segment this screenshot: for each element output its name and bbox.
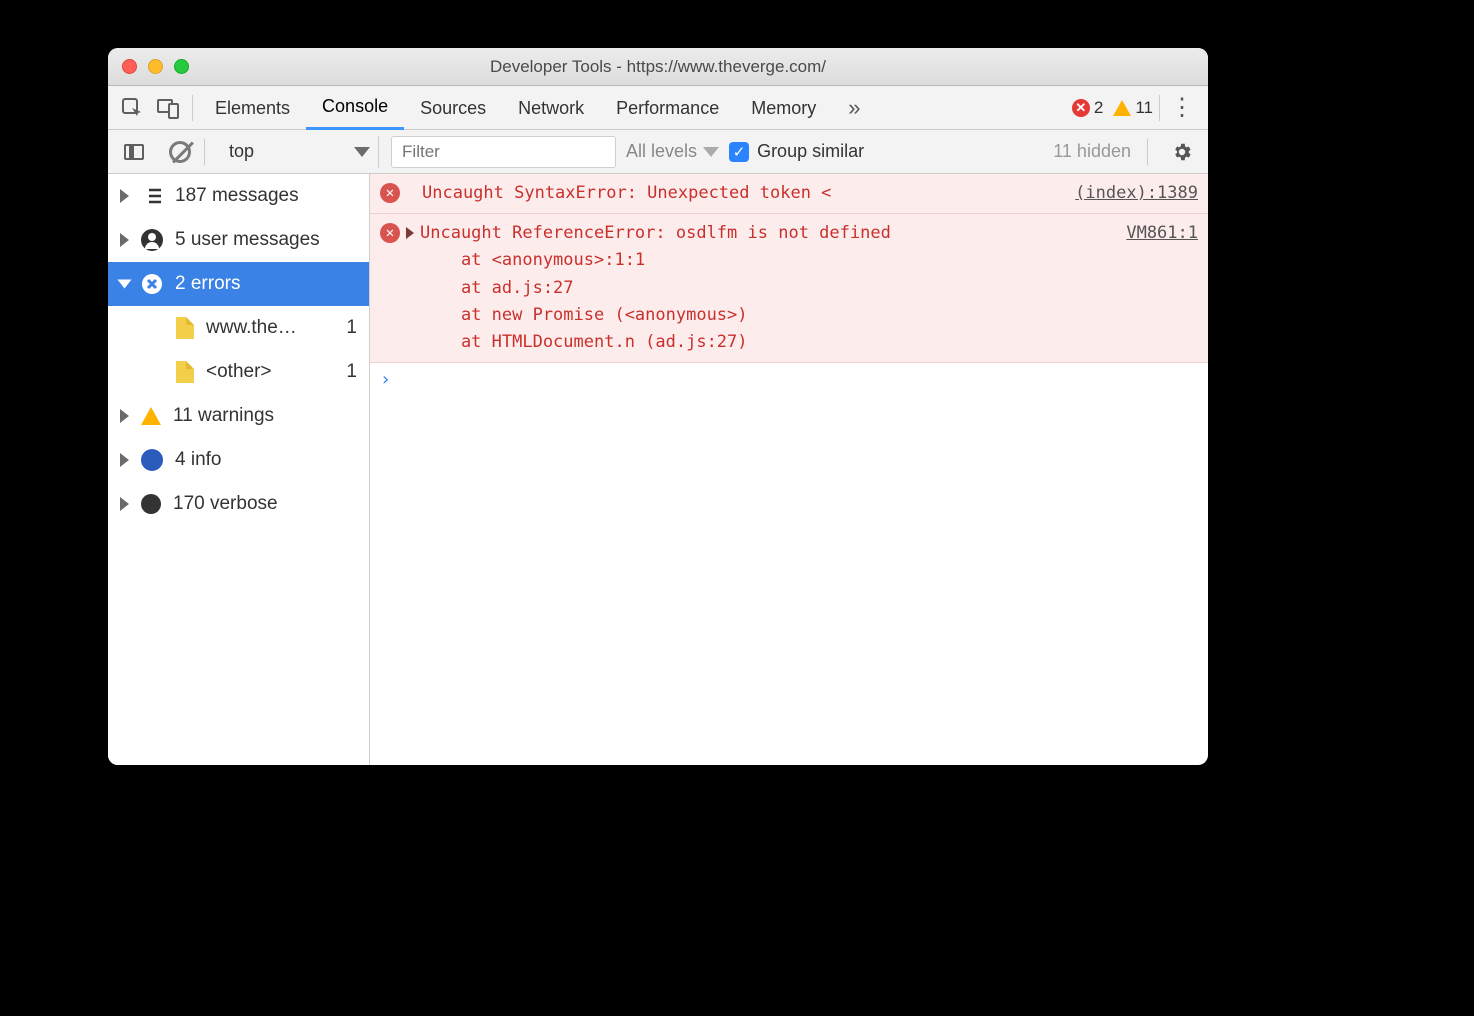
bug-icon	[141, 494, 161, 514]
log-levels-dropdown[interactable]: All levels	[626, 141, 719, 162]
console-body: 187 messages 5 user messages 2 errors ww…	[108, 174, 1208, 765]
prompt-icon: ›	[380, 369, 391, 390]
minimize-window-button[interactable]	[148, 59, 163, 74]
warning-icon	[1113, 100, 1131, 116]
tab-sources[interactable]: Sources	[404, 86, 502, 130]
main-tabbar: Elements Console Sources Network Perform…	[108, 86, 1208, 130]
hidden-count[interactable]: 11 hidden	[1053, 141, 1131, 162]
sidebar-item-count: 1	[346, 361, 361, 383]
disclosure-open-icon	[118, 280, 132, 289]
window-controls	[108, 59, 189, 74]
sidebar-item-warnings[interactable]: 11 warnings	[108, 394, 369, 438]
group-similar-label: Group similar	[757, 141, 864, 162]
warning-icon	[141, 407, 161, 425]
devtools-window: Developer Tools - https://www.theverge.c…	[108, 48, 1208, 765]
expand-icon[interactable]	[406, 227, 414, 239]
disclosure-icon	[120, 189, 129, 203]
sidebar-item-label: 5 user messages	[175, 229, 320, 251]
sidebar-item-label: www.the…	[206, 317, 297, 339]
sidebar-item-messages[interactable]: 187 messages	[108, 174, 369, 218]
console-output: ✕ Uncaught SyntaxError: Unexpected token…	[370, 174, 1208, 765]
sidebar-item-label: 11 warnings	[173, 405, 274, 427]
tabs-overflow-icon[interactable]: »	[832, 86, 876, 130]
sidebar-item-verbose[interactable]: 170 verbose	[108, 482, 369, 526]
error-icon	[141, 273, 163, 295]
tab-network[interactable]: Network	[502, 86, 600, 130]
filter-input[interactable]	[391, 136, 616, 168]
console-message-source[interactable]: VM861:1	[1126, 220, 1198, 356]
checkbox-checked-icon: ✓	[729, 142, 749, 162]
console-toolbar: top All levels ✓ Group similar 11 hidden	[108, 130, 1208, 174]
context-selector[interactable]: top	[221, 136, 379, 168]
sidebar-error-source[interactable]: www.the… 1	[108, 306, 369, 350]
disclosure-icon	[120, 233, 129, 247]
group-similar-toggle[interactable]: ✓ Group similar	[729, 141, 864, 162]
error-icon: ✕	[380, 183, 400, 203]
disclosure-icon	[120, 409, 129, 423]
error-icon: ✕	[1072, 99, 1090, 117]
list-icon	[141, 185, 163, 207]
console-error-row[interactable]: ✕ Uncaught SyntaxError: Unexpected token…	[370, 174, 1208, 214]
sidebar-item-user-messages[interactable]: 5 user messages	[108, 218, 369, 262]
sidebar-item-errors[interactable]: 2 errors	[108, 262, 369, 306]
console-message-text: Uncaught SyntaxError: Unexpected token <	[422, 180, 1069, 207]
console-error-row[interactable]: ✕ Uncaught ReferenceError: osdlfm is not…	[370, 214, 1208, 363]
console-prompt[interactable]: ›	[370, 363, 1208, 396]
tab-performance[interactable]: Performance	[600, 86, 735, 130]
sidebar-item-info[interactable]: 4 info	[108, 438, 369, 482]
chevron-down-icon	[354, 147, 370, 157]
console-message-text: Uncaught ReferenceError: osdlfm is not d…	[420, 220, 1120, 356]
levels-label: All levels	[626, 141, 697, 162]
disclosure-icon	[120, 453, 129, 467]
chevron-down-icon	[703, 147, 719, 157]
tab-console[interactable]: Console	[306, 86, 404, 130]
sidebar-item-label: 187 messages	[175, 185, 299, 207]
disclosure-icon	[120, 497, 129, 511]
file-icon	[176, 317, 194, 339]
error-count-badge[interactable]: ✕ 2 11	[1072, 98, 1153, 118]
window-title: Developer Tools - https://www.theverge.c…	[108, 57, 1208, 77]
toggle-sidebar-icon[interactable]	[116, 134, 152, 170]
device-toolbar-icon[interactable]	[150, 90, 186, 126]
sidebar-item-label: 170 verbose	[173, 493, 278, 515]
user-icon	[141, 229, 163, 251]
sidebar-item-label: 2 errors	[175, 273, 240, 295]
titlebar: Developer Tools - https://www.theverge.c…	[108, 48, 1208, 86]
warning-count: 11	[1135, 98, 1153, 118]
error-count: 2	[1094, 98, 1103, 118]
info-icon	[141, 449, 163, 471]
sidebar-item-label: 4 info	[175, 449, 221, 471]
console-settings-icon[interactable]	[1164, 134, 1200, 170]
console-message-source[interactable]: (index):1389	[1075, 180, 1198, 207]
context-value: top	[229, 141, 254, 162]
zoom-window-button[interactable]	[174, 59, 189, 74]
close-window-button[interactable]	[122, 59, 137, 74]
sidebar-item-label: <other>	[206, 361, 272, 383]
clear-console-icon[interactable]	[162, 134, 198, 170]
sidebar-error-source[interactable]: <other> 1	[108, 350, 369, 394]
sidebar-item-count: 1	[346, 317, 361, 339]
console-sidebar: 187 messages 5 user messages 2 errors ww…	[108, 174, 370, 765]
inspect-element-icon[interactable]	[114, 90, 150, 126]
file-icon	[176, 361, 194, 383]
tab-elements[interactable]: Elements	[199, 86, 306, 130]
error-icon: ✕	[380, 223, 400, 243]
tab-memory[interactable]: Memory	[735, 86, 832, 130]
